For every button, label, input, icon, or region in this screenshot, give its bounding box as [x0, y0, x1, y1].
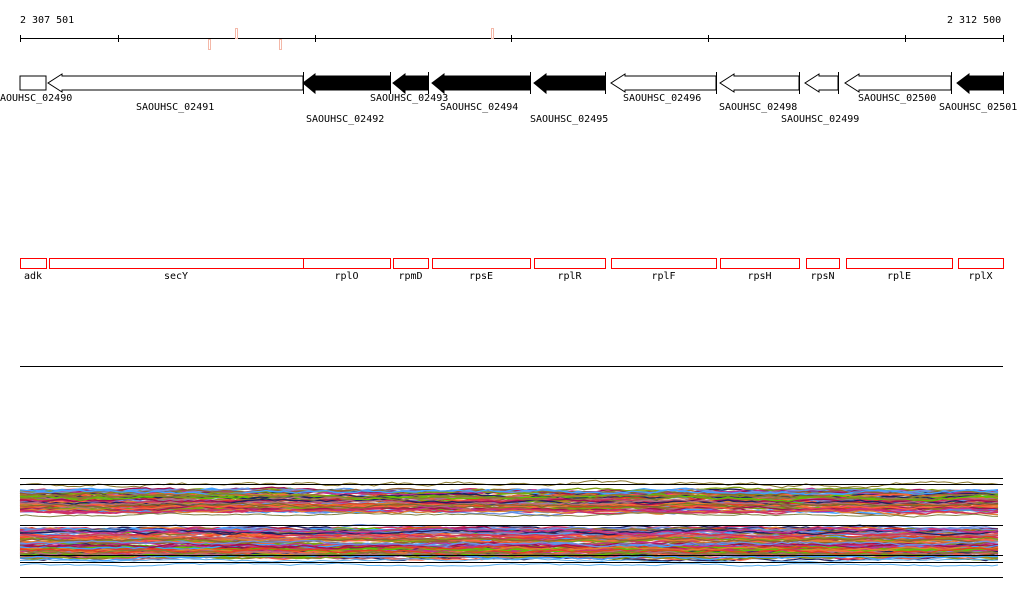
gene-arrow-SAOUHSC_02494[interactable] — [431, 73, 531, 95]
gene-name-label: rpmD — [398, 271, 422, 282]
gene-name-box[interactable] — [958, 258, 1004, 269]
gene-arrow-SAOUHSC_02498[interactable] — [719, 73, 800, 93]
expression-line — [19, 562, 999, 568]
site-marker — [279, 39, 282, 50]
site-marker — [208, 39, 211, 50]
gene-name-box[interactable] — [806, 258, 840, 269]
gene-name-track: adk secY rplO rpmD rpsE rplR rplF rpsH rpsN rplE r… — [20, 258, 1004, 282]
gene-arrow-SAOUHSC_02499[interactable] — [804, 73, 839, 93]
gene-name-box[interactable] — [20, 258, 47, 269]
site-marker — [235, 28, 238, 39]
gene-arrow-SAOUHSC_02496[interactable] — [610, 73, 717, 93]
gene-label[interactable]: SAOUHSC_02498 — [719, 102, 797, 113]
gene-name-box[interactable] — [720, 258, 800, 269]
gene-arrow-SAOUHSC_02491[interactable] — [47, 73, 304, 93]
genome-track-canvas: 2 307 501 2 312 500 AOUHSC_02490 SAOUHSC_… — [0, 15, 1017, 578]
gene-name-box[interactable] — [611, 258, 717, 269]
expression-line — [19, 512, 999, 518]
gene-name-label: rplX — [968, 271, 992, 282]
gene-name-box[interactable] — [49, 258, 304, 269]
gene-name-label: secY — [164, 271, 188, 282]
gene-arrow-SAOUHSC_02501[interactable] — [956, 73, 1004, 95]
gene-label[interactable]: SAOUHSC_02501 — [939, 102, 1017, 113]
gene-name-box[interactable] — [534, 258, 606, 269]
gene-arrow-SAOUHSC_02490[interactable] — [19, 75, 47, 91]
gene-name-box[interactable] — [846, 258, 953, 269]
gene-name-label: rplF — [651, 271, 675, 282]
gene-label[interactable]: SAOUHSC_02493 — [370, 93, 448, 104]
gene-label[interactable]: SAOUHSC_02496 — [623, 93, 701, 104]
gene-arrow-SAOUHSC_02492[interactable] — [302, 73, 391, 95]
gene-name-label: rpsN — [810, 271, 834, 282]
gene-label[interactable]: SAOUHSC_02500 — [858, 93, 936, 104]
gene-name-label: rplO — [334, 271, 358, 282]
gene-name-box[interactable] — [303, 258, 391, 269]
gene-label[interactable]: SAOUHSC_02499 — [781, 114, 859, 125]
ruler-start-label: 2 307 501 — [20, 15, 74, 26]
gene-name-label: rpsH — [747, 271, 771, 282]
gene-name-label: rplE — [887, 271, 911, 282]
ruler-end-label: 2 312 500 — [947, 15, 1001, 26]
gene-label[interactable]: SAOUHSC_02495 — [530, 114, 608, 125]
gene-label[interactable]: SAOUHSC_02492 — [306, 114, 384, 125]
gene-arrow-SAOUHSC_02500[interactable] — [844, 73, 952, 93]
gene-label[interactable]: SAOUHSC_02494 — [440, 102, 518, 113]
gene-label[interactable]: AOUHSC_02490 — [0, 93, 72, 104]
gene-name-box[interactable] — [432, 258, 531, 269]
gene-name-label: rplR — [557, 271, 582, 282]
expression-profile-track — [19, 478, 1003, 578]
gene-name-label: adk — [24, 271, 42, 282]
gene-track: AOUHSC_02490 SAOUHSC_02491 SAOUHSC_02492 SA… — [0, 72, 1017, 125]
site-marker — [491, 28, 494, 39]
gene-arrow-SAOUHSC_02495[interactable] — [533, 73, 606, 95]
gene-arrow-SAOUHSC_02493[interactable] — [392, 73, 429, 95]
gene-label[interactable]: SAOUHSC_02491 — [136, 102, 214, 113]
gene-name-label: rpsE — [469, 271, 493, 282]
coordinate-ruler — [20, 28, 1004, 50]
gene-name-box[interactable] — [393, 258, 429, 269]
genome-browser: 2 307 501 2 312 500 AOUHSC_02490 SAOUHSC_… — [0, 0, 1024, 611]
